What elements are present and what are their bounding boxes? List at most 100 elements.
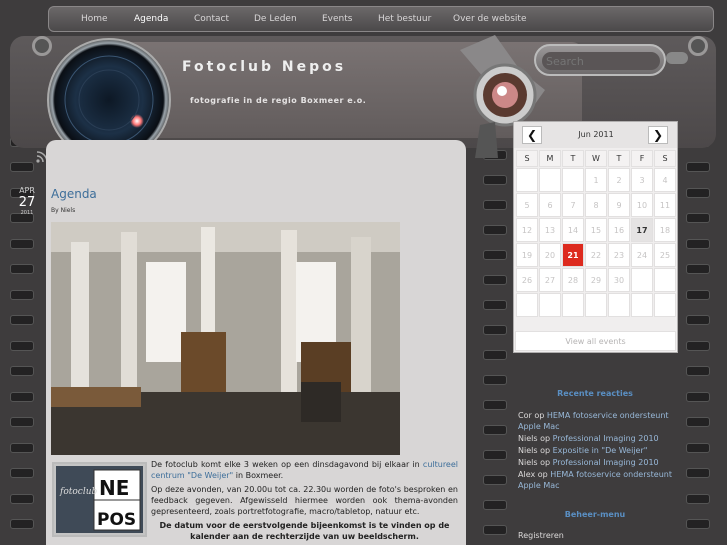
calendar-day-27[interactable]: 27 xyxy=(539,268,561,292)
nav-item-contact[interactable]: Contact xyxy=(194,14,229,24)
calendar-day-15[interactable]: 15 xyxy=(585,218,607,242)
calendar-empty-cell xyxy=(654,268,676,292)
film-hole xyxy=(686,493,710,504)
comment-post-link[interactable]: Professional Imaging 2010 xyxy=(553,458,659,467)
view-all-events-link[interactable]: View all events xyxy=(515,331,676,351)
film-hole xyxy=(686,213,710,223)
calendar-day-9[interactable]: 9 xyxy=(608,193,630,217)
calendar-day-6[interactable]: 6 xyxy=(539,193,561,217)
film-hole xyxy=(483,475,507,485)
calendar-day-4[interactable]: 4 xyxy=(654,168,676,192)
film-hole xyxy=(686,187,710,198)
film-hole xyxy=(10,238,34,249)
register-link[interactable]: Registreren xyxy=(518,531,564,540)
calendar-day-26[interactable]: 26 xyxy=(516,268,538,292)
calendar-day-21[interactable]: 21 xyxy=(562,243,584,267)
post-author: By Niels xyxy=(51,207,76,214)
film-hole xyxy=(10,264,34,274)
calendar-empty-cell xyxy=(516,168,538,192)
film-hole xyxy=(10,340,34,351)
film-hole xyxy=(686,315,710,325)
calendar-day-30[interactable]: 30 xyxy=(608,268,630,292)
calendar-day-8[interactable]: 8 xyxy=(585,193,607,217)
nav-item-de-leden[interactable]: De Leden xyxy=(254,14,297,24)
comment-post-link[interactable]: Expositie in "De Weijer" xyxy=(553,446,648,455)
calendar-day-2[interactable]: 2 xyxy=(608,168,630,192)
recent-comment-item: Niels op Professional Imaging 2010 xyxy=(518,457,678,468)
calendar-day-14[interactable]: 14 xyxy=(562,218,584,242)
calendar-next-button[interactable]: ❯ xyxy=(648,126,668,144)
calendar-day-10[interactable]: 10 xyxy=(631,193,653,217)
film-hole xyxy=(686,162,710,172)
film-hole xyxy=(686,468,710,478)
calendar-day-11[interactable]: 11 xyxy=(654,193,676,217)
calendar-empty-cell xyxy=(631,293,653,317)
calendar-weekday: W xyxy=(585,150,607,167)
film-hole xyxy=(483,450,507,460)
nav-item-agenda[interactable]: Agenda xyxy=(134,14,168,24)
nav-item-events[interactable]: Events xyxy=(322,14,352,24)
site-title[interactable]: Fotoclub Nepos xyxy=(182,59,346,75)
film-hole xyxy=(483,525,507,535)
calendar-day-28[interactable]: 28 xyxy=(562,268,584,292)
comment-op: op xyxy=(537,470,548,479)
nav-item-het-bestuur[interactable]: Het bestuur xyxy=(378,14,431,24)
photo-illustration xyxy=(51,222,400,455)
calendar-day-16[interactable]: 16 xyxy=(608,218,630,242)
calendar-day-7[interactable]: 7 xyxy=(562,193,584,217)
film-hole xyxy=(686,289,710,300)
calendar-day-25[interactable]: 25 xyxy=(654,243,676,267)
calendar-day-18[interactable]: 18 xyxy=(654,218,676,242)
calendar-empty-cell xyxy=(608,293,630,317)
film-hole xyxy=(483,275,507,285)
calendar-empty-cell xyxy=(562,293,584,317)
comment-op: op xyxy=(540,434,551,443)
nav-item-over-de-website[interactable]: Over de website xyxy=(453,14,527,24)
comment-post-link[interactable]: Professional Imaging 2010 xyxy=(553,434,659,443)
search-input[interactable] xyxy=(542,52,660,70)
calendar-weekday: T xyxy=(608,150,630,167)
film-hole xyxy=(10,468,34,478)
logo-text-ne: NE xyxy=(99,476,129,500)
events-calendar: ❮ Jun 2011 ❯ S M T W T F S 1 2 3 4 5 6 7 8 9 10 11 12 13 14 1… xyxy=(513,121,678,353)
calendar-day-19[interactable]: 19 xyxy=(516,243,538,267)
club-logo-illustration: fotoclub NE POS xyxy=(56,466,143,533)
search-box xyxy=(534,44,666,76)
search-knob xyxy=(666,52,688,64)
calendar-empty-cell xyxy=(539,168,561,192)
logo-text-fotoclub: fotoclub xyxy=(59,487,98,497)
calendar-prev-button[interactable]: ❮ xyxy=(522,126,542,144)
nav-item-home[interactable]: Home xyxy=(81,14,108,24)
calendar-day-12[interactable]: 12 xyxy=(516,218,538,242)
calendar-empty-cell xyxy=(631,268,653,292)
film-hole xyxy=(10,366,34,376)
calendar-weekday: S xyxy=(654,150,676,167)
post-date-day: 27 xyxy=(18,195,36,210)
calendar-day-24[interactable]: 24 xyxy=(631,243,653,267)
calendar-day-17[interactable]: 17 xyxy=(631,218,653,242)
calendar-day-1[interactable]: 1 xyxy=(585,168,607,192)
film-hole xyxy=(483,200,507,210)
film-hole xyxy=(10,289,34,300)
film-hole xyxy=(483,250,507,260)
calendar-day-20[interactable]: 20 xyxy=(539,243,561,267)
calendar-weekday: S xyxy=(516,150,538,167)
film-hole xyxy=(686,366,710,376)
film-hole xyxy=(686,238,710,249)
film-hole xyxy=(483,325,507,335)
calendar-day-13[interactable]: 13 xyxy=(539,218,561,242)
calendar-day-5[interactable]: 5 xyxy=(516,193,538,217)
calendar-day-22[interactable]: 22 xyxy=(585,243,607,267)
calendar-grid: S M T W T F S 1 2 3 4 5 6 7 8 9 10 11 12 13 14 15 16 17 18 19 20 21… xyxy=(515,149,677,318)
comment-author: Niels xyxy=(518,446,538,455)
recent-comment-item: Niels op Professional Imaging 2010 xyxy=(518,433,678,444)
gear-icon xyxy=(688,36,708,56)
post-title[interactable]: Agenda xyxy=(51,187,97,201)
film-hole xyxy=(10,162,34,172)
post-paragraph-3: De datum voor de eerstvolgende bijeenkom… xyxy=(159,521,450,541)
calendar-day-29[interactable]: 29 xyxy=(585,268,607,292)
calendar-day-3[interactable]: 3 xyxy=(631,168,653,192)
church-interior-photo xyxy=(51,222,400,455)
calendar-day-23[interactable]: 23 xyxy=(608,243,630,267)
calendar-empty-cell xyxy=(516,293,538,317)
